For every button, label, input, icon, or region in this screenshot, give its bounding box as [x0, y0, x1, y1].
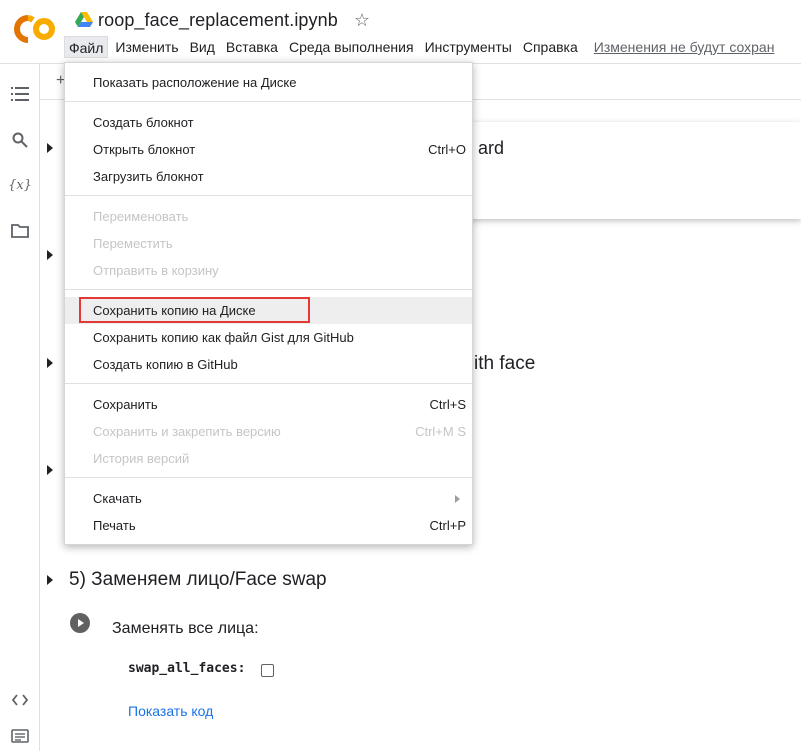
swap-all-faces-checkbox[interactable]	[261, 664, 274, 677]
menu-tools[interactable]: Инструменты	[421, 36, 516, 58]
notebook-title[interactable]: roop_face_replacement.ipynb	[98, 10, 338, 31]
submenu-arrow-icon	[455, 495, 460, 503]
collapse-arrow-icon[interactable]	[47, 465, 53, 475]
code-snippets-icon[interactable]	[10, 690, 30, 710]
shortcut-text: Ctrl+M S	[415, 424, 466, 439]
menu-item-download[interactable]: Скачать	[65, 485, 472, 512]
section-heading-fragment: ith face	[474, 353, 536, 374]
menu-insert[interactable]: Вставка	[222, 36, 282, 58]
shortcut-text: Ctrl+S	[429, 397, 466, 412]
collapse-arrow-icon[interactable]	[47, 143, 53, 153]
card-text-fragment: ard	[478, 138, 505, 158]
menu-separator	[65, 383, 472, 384]
highlight-annotation-box	[79, 297, 310, 323]
collapse-arrow-icon[interactable]	[47, 250, 53, 260]
menu-item-revision-history: История версий	[93, 451, 190, 466]
run-cell-button[interactable]	[70, 613, 90, 633]
menu-item-save-copy-in-github[interactable]: Создать копию в GitHub	[65, 351, 472, 378]
show-code-link[interactable]: Показать код	[128, 703, 213, 719]
param-label: swap_all_faces:	[128, 661, 246, 676]
search-icon[interactable]	[10, 130, 30, 150]
menu-item-save-and-pin-revision: Сохранить и закрепить версию Ctrl+M S	[93, 424, 466, 439]
menu-separator	[65, 195, 472, 196]
collapse-arrow-icon[interactable]	[47, 358, 53, 368]
menu-item-show-in-drive[interactable]: Показать расположение на Диске	[65, 69, 472, 96]
terminal-icon[interactable]	[10, 726, 30, 746]
menu-item-save[interactable]: Сохранить Ctrl+S	[65, 391, 472, 418]
menu-separator	[65, 477, 472, 478]
collapse-arrow-icon[interactable]	[47, 575, 53, 585]
menu-item-upload-notebook[interactable]: Загрузить блокнот	[65, 163, 472, 190]
menu-separator	[65, 289, 472, 290]
menu-item-print[interactable]: Печать Ctrl+P	[65, 512, 472, 539]
menu-view[interactable]: Вид	[186, 36, 219, 58]
shortcut-text: Ctrl+O	[428, 142, 466, 157]
google-drive-icon[interactable]	[75, 12, 93, 28]
colab-logo[interactable]	[14, 14, 58, 44]
folder-icon[interactable]	[10, 221, 30, 241]
menu-help[interactable]: Справка	[519, 36, 582, 58]
background-card: ard	[460, 122, 801, 219]
menu-file[interactable]: Файл	[64, 36, 109, 58]
shortcut-text: Ctrl+P	[429, 518, 466, 533]
section-heading: 5) Заменяем лицо/Face swap	[69, 569, 327, 590]
table-of-contents-icon[interactable]	[10, 84, 30, 104]
star-icon[interactable]: ☆	[354, 11, 370, 29]
left-sidebar: {x}	[0, 64, 40, 751]
menu-runtime[interactable]: Среда выполнения	[285, 36, 418, 58]
menu-separator	[65, 101, 472, 102]
menu-item-save-copy-as-gist[interactable]: Сохранить копию как файл Gist для GitHub	[65, 324, 472, 351]
menu-item-open-notebook[interactable]: Открыть блокнот Ctrl+O	[65, 136, 472, 163]
menu-edit[interactable]: Изменить	[111, 36, 182, 58]
menubar: Файл Изменить Вид Вставка Среда выполнен…	[64, 36, 774, 58]
menu-item-rename: Переименовать	[93, 209, 189, 224]
form-title: Заменять все лица:	[112, 620, 259, 637]
file-menu-dropdown: Показать расположение на Диске Создать б…	[64, 62, 473, 545]
unsaved-changes-link[interactable]: Изменения не будут сохран	[594, 39, 775, 55]
menu-item-new-notebook[interactable]: Создать блокнот	[65, 109, 472, 136]
variables-icon[interactable]: {x}	[8, 175, 32, 195]
menu-item-move: Переместить	[93, 236, 173, 251]
menu-item-move-to-trash: Отправить в корзину	[93, 263, 219, 278]
